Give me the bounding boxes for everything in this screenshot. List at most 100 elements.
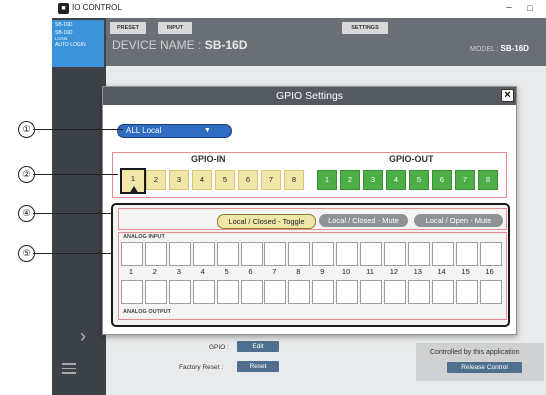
gpio-out-button[interactable]: 6 — [432, 170, 452, 190]
channel-number: 5 — [224, 267, 229, 276]
analog-input-cell[interactable] — [144, 242, 167, 266]
mode-toggle-button[interactable]: Local / Closed - Toggle — [217, 214, 316, 229]
channel-number: 16 — [485, 267, 494, 276]
analog-input-cell[interactable] — [121, 242, 143, 266]
gpio-out-label: GPIO-OUT — [389, 154, 434, 164]
analog-input-cell[interactable] — [479, 242, 502, 266]
model-name: MODEL : SB-16D — [470, 44, 529, 53]
gpio-label: GPIO : — [209, 344, 229, 351]
analog-input-cell[interactable] — [312, 242, 335, 266]
device-list-item[interactable]: SB-16D SB-16D LOGIN AUTO LOGIN — [52, 20, 104, 67]
analog-output-cell[interactable] — [240, 280, 263, 304]
device-name: DEVICE NAME : SB-16D — [112, 38, 247, 52]
selection-pointer-icon — [129, 186, 139, 194]
gpio-edit-button[interactable]: Edit — [237, 341, 279, 352]
gpio-in-button[interactable]: 6 — [238, 170, 258, 190]
sidebar — [52, 18, 106, 395]
gpio-in-button[interactable]: 3 — [169, 170, 189, 190]
hamburger-menu-icon[interactable] — [62, 363, 76, 374]
channel-number: 11 — [366, 267, 374, 276]
analog-output-cell[interactable] — [336, 280, 359, 304]
factory-reset-label: Factory Reset : — [179, 364, 224, 371]
minimize-button[interactable]: – — [501, 1, 517, 15]
device-line: AUTO LOGIN — [55, 42, 86, 48]
model-value: SB-16D — [500, 44, 529, 53]
channel-number: 12 — [389, 267, 399, 276]
gpio-out-button[interactable]: 4 — [386, 170, 406, 190]
gpio-in-button[interactable]: 8 — [284, 170, 304, 190]
control-status-box: Controlled by this application Release C… — [416, 343, 544, 381]
mode-closed-mute-button[interactable]: Local / Closed - Mute — [319, 214, 408, 227]
analog-output-cell[interactable] — [431, 280, 454, 304]
mode-buttons-box: Local / Closed - Toggle Local / Closed -… — [118, 208, 507, 230]
analog-output-cell[interactable] — [383, 280, 406, 304]
window-title: IO CONTROL — [72, 3, 122, 12]
model-label: MODEL : — [470, 46, 499, 53]
analog-output-cell[interactable] — [312, 280, 335, 304]
analog-input-cell[interactable] — [240, 242, 263, 266]
analog-input-cell[interactable] — [383, 242, 406, 266]
analog-output-label: ANALOG OUTPUT — [123, 309, 171, 315]
analog-output-cell[interactable] — [479, 280, 502, 304]
gpio-out-button[interactable]: 7 — [455, 170, 475, 190]
channel-number: 9 — [320, 267, 325, 276]
analog-output-cell[interactable] — [407, 280, 430, 304]
channel-number: 7 — [272, 267, 277, 276]
chevron-right-icon[interactable]: › — [80, 326, 86, 347]
device-name-value: SB-16D — [204, 38, 248, 52]
gpio-in-button[interactable]: 7 — [261, 170, 281, 190]
analog-input-cell[interactable] — [407, 242, 430, 266]
analog-input-cell[interactable] — [455, 242, 478, 266]
gpio-out-button[interactable]: 8 — [478, 170, 498, 190]
callout-line — [33, 174, 118, 175]
analog-output-cell[interactable] — [216, 280, 239, 304]
analog-input-label: ANALOG INPUT — [123, 234, 165, 240]
gpio-out-button[interactable]: 3 — [363, 170, 383, 190]
channel-number: 15 — [461, 267, 470, 276]
gpio-settings-dialog: GPIO Settings × ALL Local ▼ GPIO-IN GPIO… — [102, 86, 517, 335]
channel-number: 4 — [200, 267, 205, 276]
analog-input-cell[interactable] — [192, 242, 215, 266]
channel-number: 6 — [248, 267, 253, 276]
analog-output-cell[interactable] — [168, 280, 191, 304]
analog-output-cell[interactable] — [144, 280, 167, 304]
maximize-button[interactable]: □ — [522, 1, 538, 15]
tab-settings[interactable]: SETTINGS — [342, 22, 388, 34]
analog-output-cell[interactable] — [360, 280, 382, 304]
gpio-out-button[interactable]: 2 — [340, 170, 360, 190]
analog-input-cell[interactable] — [216, 242, 239, 266]
analog-input-cell[interactable] — [360, 242, 382, 266]
gpio-out-button[interactable]: 1 — [317, 170, 337, 190]
gpio-in-label: GPIO-IN — [191, 154, 226, 164]
analog-input-cell[interactable] — [431, 242, 454, 266]
channel-matrix: Local / Closed - Toggle Local / Closed -… — [111, 203, 510, 327]
analog-input-cell[interactable] — [336, 242, 359, 266]
gpio-out-button[interactable]: 5 — [409, 170, 429, 190]
analog-output-cell[interactable] — [121, 280, 143, 304]
analog-input-cell[interactable] — [288, 242, 311, 266]
mode-select-dropdown[interactable]: ALL Local ▼ — [117, 124, 232, 138]
analog-input-cell[interactable] — [168, 242, 191, 266]
mode-select-value: ALL Local — [126, 126, 162, 135]
channel-number: 1 — [128, 267, 134, 276]
mode-open-mute-button[interactable]: Local / Open - Mute — [414, 214, 503, 227]
analog-output-cell[interactable] — [192, 280, 215, 304]
callout-line — [33, 253, 113, 254]
device-name-label: DEVICE NAME : — [112, 38, 202, 52]
close-button[interactable]: × — [501, 89, 514, 102]
callout-line — [33, 213, 113, 214]
channel-number: 2 — [152, 267, 157, 276]
tab-preset[interactable]: PRESET — [110, 22, 146, 34]
gpio-in-button[interactable]: 4 — [192, 170, 212, 190]
analog-output-cell[interactable] — [455, 280, 478, 304]
gpio-in-button[interactable]: 5 — [215, 170, 235, 190]
release-control-button[interactable]: Release Control — [447, 362, 522, 373]
analog-input-cell[interactable] — [264, 242, 287, 266]
tab-input[interactable]: INPUT — [158, 22, 192, 34]
dialog-title: GPIO Settings — [275, 90, 344, 102]
factory-reset-button[interactable]: Reset — [237, 361, 279, 372]
analog-output-cell[interactable] — [288, 280, 311, 304]
gpio-in-button[interactable]: 2 — [146, 170, 166, 190]
analog-output-cell[interactable] — [264, 280, 287, 304]
channel-number: 10 — [341, 267, 351, 276]
